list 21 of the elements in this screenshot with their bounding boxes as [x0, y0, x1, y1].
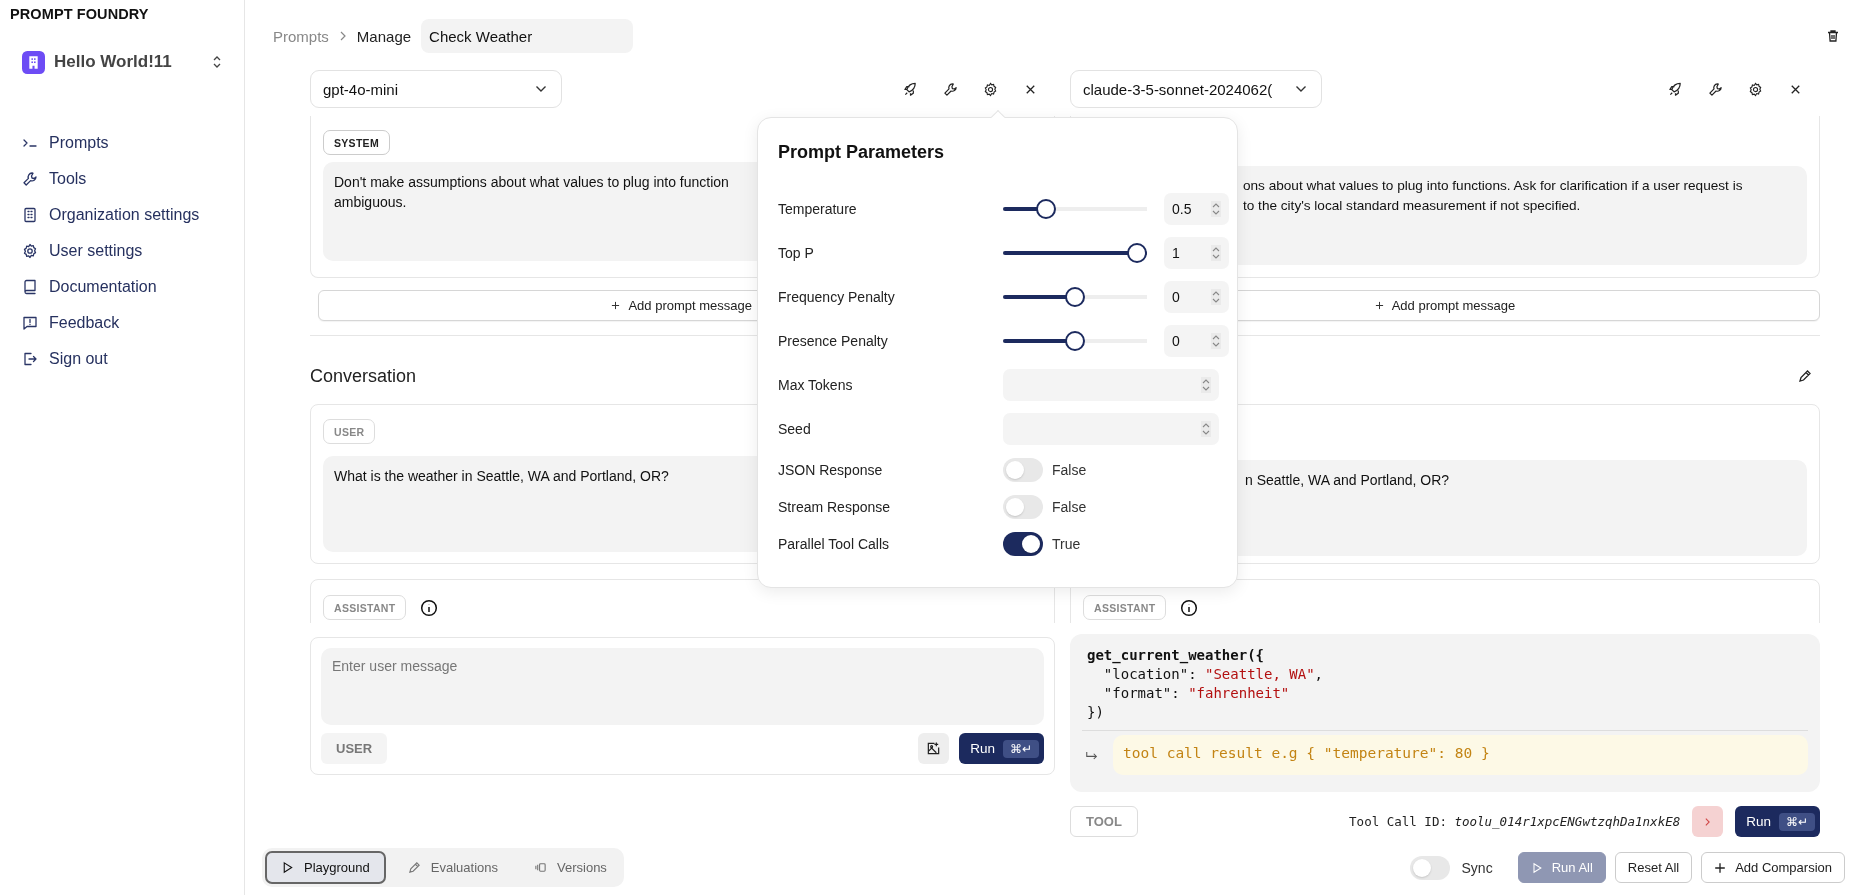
code-line: get_current_weather({ — [1087, 646, 1264, 665]
tool-call-id: Tool Call ID: toolu_014r1xpcENGwtzqhDa1nxkE8 — [1349, 814, 1681, 829]
shortcut-label: ⌘↵ — [1003, 739, 1039, 758]
code-line: "format": "fahrenheit" — [1102, 684, 1290, 703]
parameter-label: Stream Response — [778, 498, 892, 515]
code-line: "location": "Seattle, WA", — [1102, 665, 1324, 684]
section-title: Conversation — [310, 365, 417, 387]
brand-name: PROMPT FOUNDRY — [10, 6, 150, 22]
parameter-label: Parallel Tool Calls — [778, 535, 890, 552]
shortcut-label: ⌘↵ — [1779, 812, 1815, 831]
code-line: }) — [1087, 703, 1104, 722]
parameter-label: Temperature — [778, 201, 858, 217]
parameter-label: Max Tokens — [778, 377, 854, 393]
parameter-label: Presence Penalty — [778, 333, 889, 349]
sync-label: Sync — [1461, 859, 1493, 876]
parameter-label: JSON Response — [778, 461, 884, 478]
parameter-label: Top P — [778, 245, 815, 261]
toggle-value: True — [1052, 535, 1081, 552]
popover-title: Prompt Parameters — [778, 141, 946, 164]
parameter-label: Seed — [778, 421, 812, 437]
parameter-label: Frequency Penalty — [778, 289, 896, 305]
